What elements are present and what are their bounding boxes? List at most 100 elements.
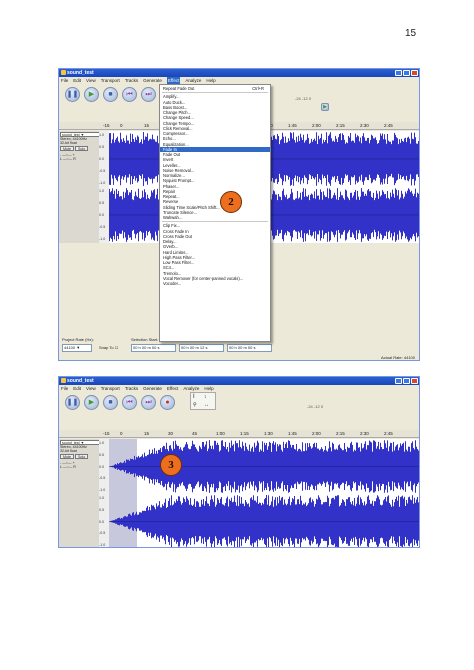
minimize-button[interactable] <box>395 378 402 384</box>
menu-item-vocoder[interactable]: Vocoder... <box>160 281 270 286</box>
ruler-tick-label: 1:45 <box>288 123 297 128</box>
maximize-button[interactable] <box>403 378 410 384</box>
amplitude-tick-label: 0.0 <box>99 157 104 161</box>
faded-waveform-right-channel[interactable] <box>109 494 419 547</box>
menu-file[interactable]: File <box>61 77 68 84</box>
amplitude-tick-label: -1.0 <box>99 237 106 241</box>
menu-view[interactable]: View <box>86 77 96 84</box>
menu-view[interactable]: View <box>86 385 96 392</box>
ruler-tick-label: -15 <box>103 123 110 128</box>
play-button[interactable]: ▶ <box>84 87 99 102</box>
faded-waveform-left-channel[interactable] <box>109 439 419 494</box>
amplitude-tick-label: -1.0 <box>99 543 106 547</box>
amplitude-tick-label: 1.0 <box>99 441 104 445</box>
amplitude-tick-label: 0.5 <box>99 145 104 149</box>
amplitude-scale-bottom: 1.0 0.5 0.0 -0.5 -1.0 <box>99 187 109 243</box>
actual-rate-status: Actual Rate: 44100 <box>380 355 415 360</box>
amplitude-tick-label: 1.0 <box>99 133 104 137</box>
amplitude-tick-label: -1.0 <box>99 488 106 492</box>
pause-button[interactable]: ❚❚ <box>65 87 80 102</box>
ruler-tick-label: 45 <box>192 431 198 436</box>
project-rate-select[interactable]: 44100 ▼ <box>62 344 92 352</box>
record-button[interactable]: ● <box>160 395 175 410</box>
ruler-tick-label: 1:00 <box>216 431 225 436</box>
skip-end-button[interactable]: ⏭ <box>141 87 156 102</box>
window-title-2: sound_test <box>67 378 94 384</box>
menu-generate[interactable]: Generate <box>143 385 162 392</box>
audio-position-field[interactable]: 00 h 00 m 00 s <box>227 344 272 352</box>
menu-help[interactable]: Help <box>206 77 215 84</box>
effect-dropdown-menu: Repeat Fade Out Ctrl+R Amplify... Auto Duck… <box>159 84 271 342</box>
step-2-badge: 2 <box>220 191 242 213</box>
transport-toolbar-2: ❚❚ ▶ ■ ⏮ ⏭ ● I ↕ ⚲ ↔ -24 -12 0 <box>59 392 419 414</box>
ruler-tick-label: 2:45 <box>384 431 393 436</box>
play-button[interactable]: ▶ <box>84 395 99 410</box>
menu-generate[interactable]: Generate <box>143 77 162 84</box>
menu-analyze[interactable]: Analyze <box>183 385 199 392</box>
timeline-ruler-2[interactable]: -15 0 15 30 45 1:00 1:15 1:30 1:45 2:00 2:15 2:30 2:… <box>59 430 419 438</box>
selection-start-field[interactable]: 00 h 00 m 00 s <box>131 344 176 352</box>
skip-start-button[interactable]: ⏮ <box>122 87 137 102</box>
stop-button[interactable]: ■ <box>103 87 118 102</box>
snap-to-checkbox[interactable]: Snap To ☐ <box>99 345 118 350</box>
solo-button[interactable]: Solo <box>75 146 89 151</box>
mute-button[interactable]: Mute <box>60 146 74 151</box>
selection-end-field[interactable]: 00 h 00 m 12 s <box>179 344 224 352</box>
audacity-app-icon <box>61 70 66 75</box>
amplitude-scale-top: 1.0 0.5 0.0 -0.5 -1.0 <box>99 131 109 187</box>
menu-tracks[interactable]: Tracks <box>125 77 138 84</box>
menu-transport[interactable]: Transport <box>101 77 120 84</box>
maximize-button[interactable] <box>403 70 410 76</box>
pause-button[interactable]: ❚❚ <box>65 395 80 410</box>
waveform-svg <box>109 494 419 547</box>
selection-start-label: Selection Start: <box>131 337 159 342</box>
ruler-tick-label: 1:45 <box>288 431 297 436</box>
envelope-tool-icon[interactable]: ↕ <box>204 394 207 400</box>
audacity-window-faded: sound_test File Edit View Transport Tracks Ge… <box>58 376 420 548</box>
menu-help[interactable]: Help <box>204 385 213 392</box>
skip-end-button[interactable]: ⏭ <box>141 395 156 410</box>
amplitude-tick-label: 1.0 <box>99 189 104 193</box>
mute-button[interactable]: Mute <box>60 454 74 459</box>
timeshift-tool-icon[interactable]: ↔ <box>204 402 209 408</box>
menu-analyze[interactable]: Analyze <box>185 77 201 84</box>
audacity-window-effect-menu: sound_test File Edit View Transport Tracks Ge… <box>58 68 420 361</box>
menu-edit[interactable]: Edit <box>73 385 81 392</box>
menu-transport[interactable]: Transport <box>101 385 120 392</box>
project-rate-label: Project Rate (Hz): <box>62 337 94 342</box>
window-titlebar: sound_test <box>59 69 419 77</box>
waveform-svg <box>109 439 419 494</box>
stop-button[interactable]: ■ <box>103 395 118 410</box>
menu-bar-2: File Edit View Transport Tracks Generate Effec… <box>59 385 419 392</box>
solo-button[interactable]: Solo <box>75 454 89 459</box>
ruler-tick-label: 30 <box>168 431 174 436</box>
ruler-tick-label: 2:15 <box>336 123 345 128</box>
menu-effect[interactable]: Effect <box>167 385 178 392</box>
ruler-tick-label: 1:15 <box>240 431 249 436</box>
amplitude-tick-label: 0.0 <box>99 464 104 469</box>
output-meter-scale: -24 -12 0 <box>307 404 324 409</box>
input-meter-scale: -24 -12 0 <box>295 96 312 101</box>
ruler-tick-label: 2:00 <box>312 123 321 128</box>
selection-tool-icon[interactable]: I <box>193 394 195 400</box>
skip-start-button[interactable]: ⏮ <box>122 395 137 410</box>
close-button[interactable] <box>411 378 418 384</box>
audacity-app-icon <box>61 378 66 383</box>
menu-effect[interactable]: Effect <box>166 77 181 84</box>
window-title: sound_test <box>67 70 94 76</box>
amplitude-tick-label: -1.0 <box>99 181 106 185</box>
menu-file[interactable]: File <box>61 385 68 392</box>
menu-tracks[interactable]: Tracks <box>125 385 138 392</box>
menu-edit[interactable]: Edit <box>73 77 81 84</box>
amplitude-tick-label: 0.5 <box>99 507 104 512</box>
ruler-tick-label: 15 <box>144 123 150 128</box>
play-at-speed-button[interactable]: ▶ <box>321 103 329 111</box>
zoom-tool-icon[interactable]: ⚲ <box>193 402 197 408</box>
amplitude-scale-top-2: 1.0 0.5 0.0 -0.5 -1.0 <box>99 439 109 494</box>
amplitude-tick-label: 1.0 <box>99 496 104 500</box>
tools-panel[interactable]: I ↕ ⚲ ↔ <box>190 392 216 410</box>
close-button[interactable] <box>411 70 418 76</box>
minimize-button[interactable] <box>395 70 402 76</box>
amplitude-tick-label: -0.5 <box>99 531 106 536</box>
amplitude-scale-bottom-2: 1.0 0.5 0.0 -0.5 -1.0 <box>99 494 109 547</box>
